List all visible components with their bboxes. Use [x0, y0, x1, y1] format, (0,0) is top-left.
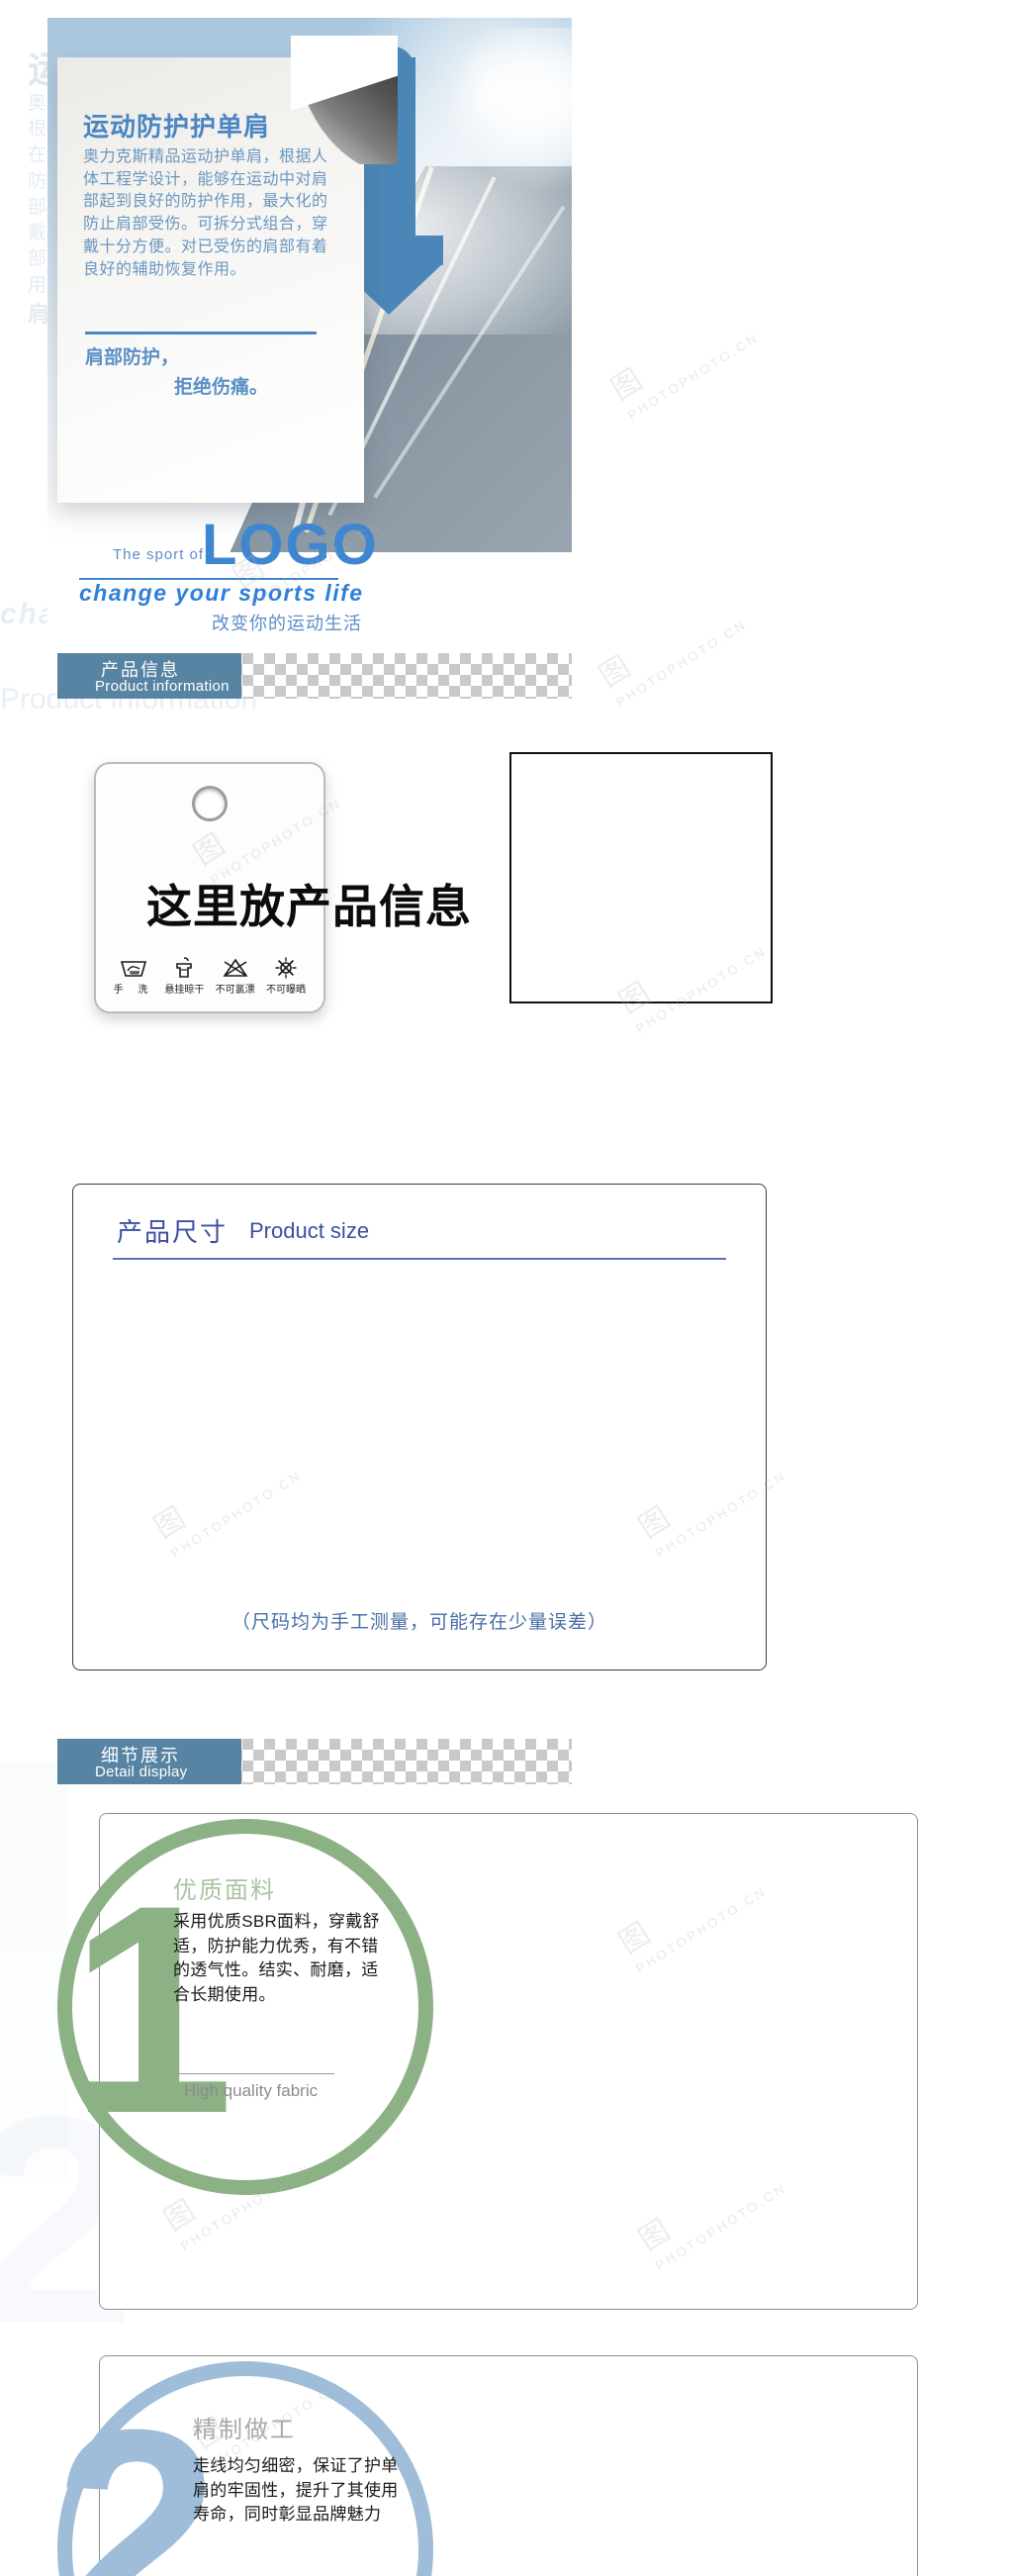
detail-number-1: 1	[69, 1843, 234, 2175]
detail-title-1: 优质面料	[173, 1877, 276, 1904]
product-info-box	[509, 752, 773, 1003]
care-label: 悬挂晾干	[164, 985, 205, 996]
product-size-card: 产品尺寸 Product size （尺码均为手工测量，可能存在少量误差）	[72, 1184, 767, 1670]
care-label: 手 洗	[113, 985, 154, 996]
sun-glow-icon	[447, 28, 572, 196]
detail-caption-1: High quality fabric	[184, 2081, 319, 2100]
care-item: 悬挂晾干	[162, 956, 206, 996]
size-title-en: Product size	[249, 1218, 370, 1243]
watermark-site: PHOTOPHOTO.CN	[612, 617, 750, 711]
logo-prefix: The sport of	[113, 546, 205, 563]
logo-tagline-en: change your sports life	[79, 580, 364, 606]
logo-tagline-cn: 改变你的运动生活	[212, 614, 362, 633]
page-curl-icon	[291, 36, 398, 164]
detail-body-2: 走线均匀细密，保证了护单肩的牢固性，提升了其使用寿命，同时彰显品牌魅力	[193, 2456, 399, 2525]
watermark-mark: 图	[594, 650, 637, 694]
tag-hole-icon	[192, 786, 228, 821]
banner-detail-display: 细节展示 Detail display	[57, 1739, 241, 1784]
size-note: （尺码均为手工测量，可能存在少量误差）	[230, 1612, 607, 1633]
watermark: 图 PHOTOPHOTO.CN	[600, 291, 762, 424]
care-label: 不可氯漂	[215, 985, 255, 996]
product-title: 运动防护护单肩	[83, 112, 271, 142]
intro-card: 运动防护护单肩 奥力克斯精品运动护单肩，根据人体工程学设计，能够在运动中对肩部起…	[57, 36, 398, 503]
product-detail-page: 运动防护护单肩 奥力克斯精品运动护单肩，根据人体工程学设计，能够在运动中对肩部起…	[0, 0, 1013, 2576]
care-label: 不可曝晒	[265, 985, 306, 996]
detail-title-2: 精制做工	[193, 2417, 296, 2443]
size-title-cn: 产品尺寸	[117, 1217, 229, 1247]
care-item: 不可氯漂	[214, 956, 257, 996]
care-item: 手 洗	[112, 956, 155, 996]
banner-title-en: Product information	[95, 678, 230, 695]
watermark-site: PHOTOPHOTO.CN	[624, 330, 762, 424]
watermark-mark: 图	[605, 363, 649, 407]
product-description: 奥力克斯精品运动护单肩，根据人体工程学设计，能够在运动中对肩部起到良好的防护作用…	[83, 148, 328, 278]
hang-dry-icon	[176, 957, 193, 978]
slogan-line-2: 拒绝伤痛。	[174, 377, 269, 398]
logo-block: The sport of LOGO change your sports lif…	[57, 511, 377, 636]
detail-body-1: 采用优质SBR面料，穿戴舒适，防护能力优秀，有不错的透气性。结实、耐磨，适合长期…	[173, 1912, 380, 2004]
divider	[113, 1258, 726, 1260]
divider	[176, 2073, 334, 2074]
no-sun-icon	[275, 957, 297, 979]
banner-product-information: 产品信息 Product information	[57, 653, 241, 699]
logo-wordmark: LOGO	[202, 513, 379, 577]
hero-banner: 运动防护护单肩 奥力克斯精品运动护单肩，根据人体工程学设计，能够在运动中对肩部起…	[47, 18, 572, 636]
background-strip	[0, 1762, 69, 2177]
watermark: 图 PHOTOPHOTO.CN	[589, 578, 750, 711]
product-info-placeholder: 这里放产品信息	[146, 881, 472, 932]
hand-wash-icon	[120, 961, 147, 977]
care-item: 不可曝晒	[264, 956, 308, 996]
divider	[85, 332, 317, 334]
care-instructions: 手 洗 悬挂晾干 不可氯漂 不可曝晒	[112, 956, 308, 996]
banner-title-en: Detail display	[95, 1764, 188, 1780]
no-bleach-icon	[223, 958, 248, 977]
slogan-line-1: 肩部防护，	[85, 347, 180, 368]
